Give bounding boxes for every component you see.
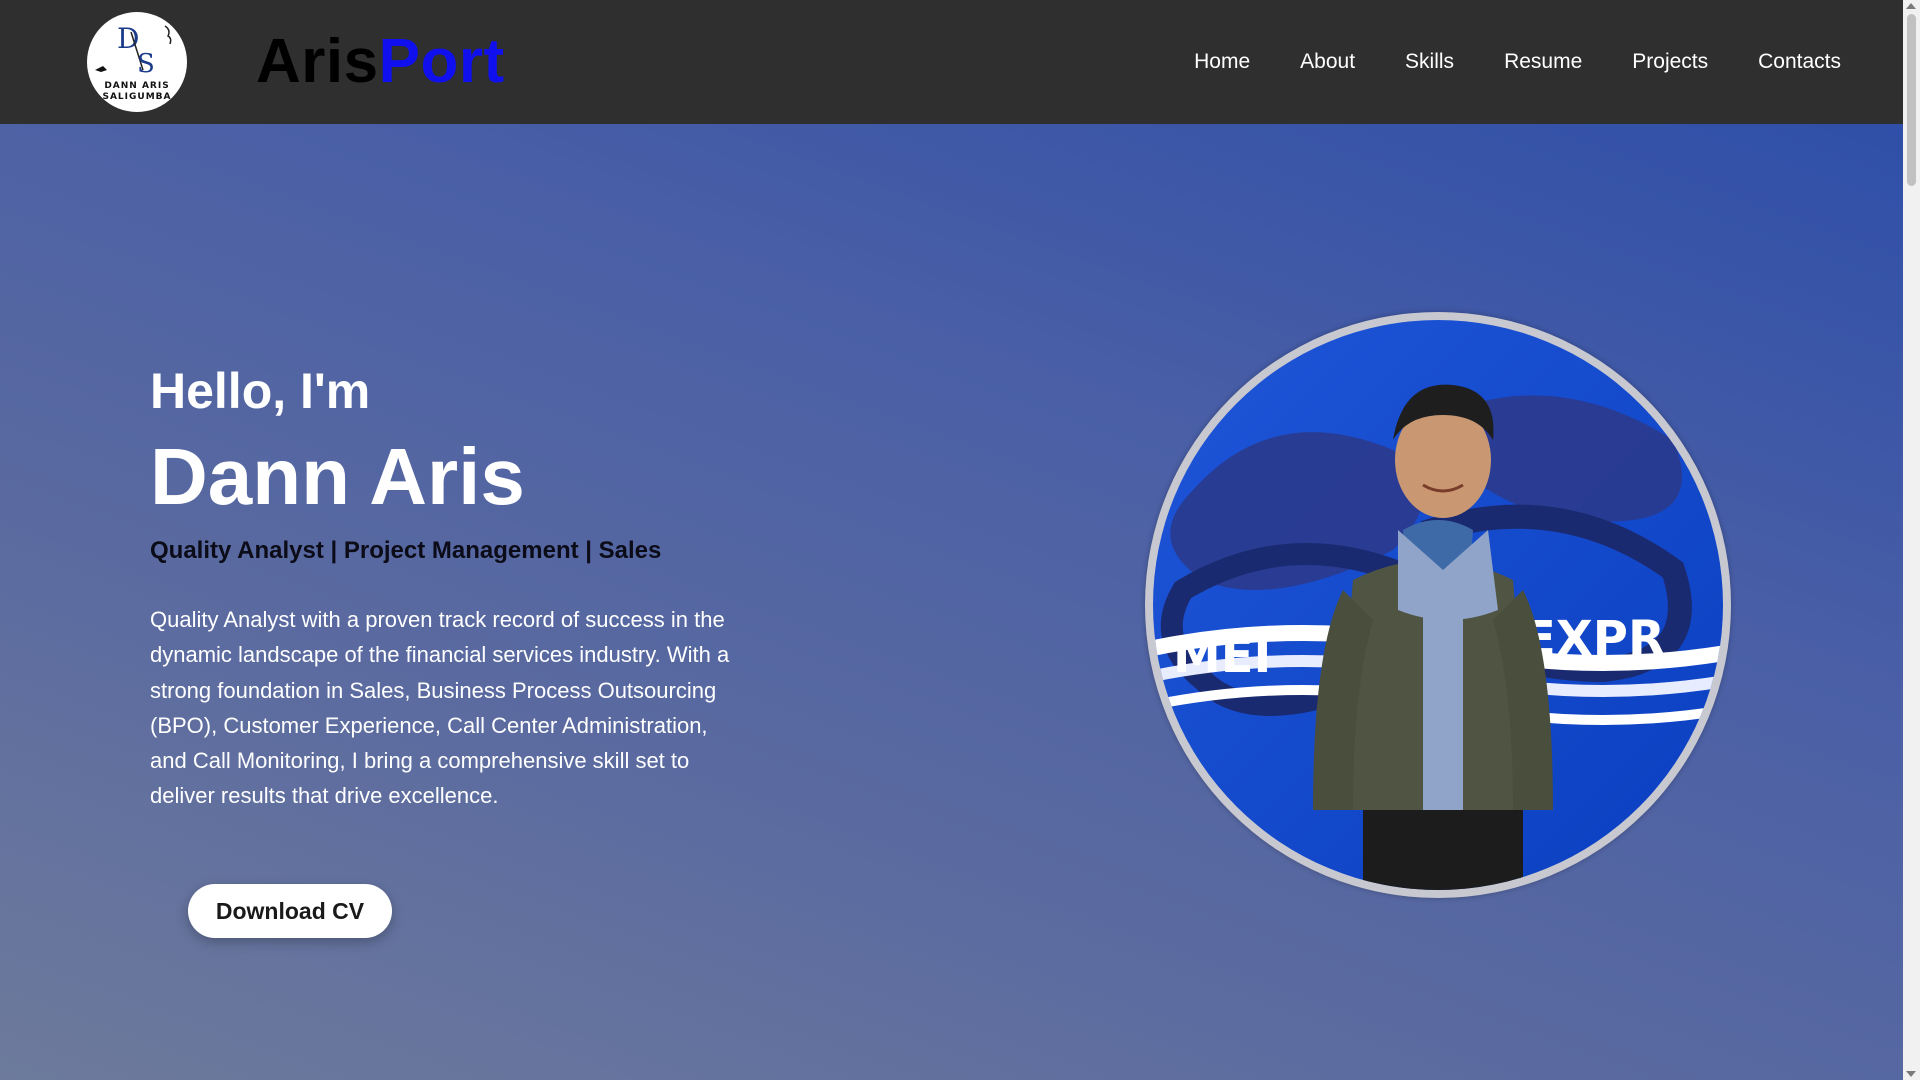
- site-logo[interactable]: D S DANN ARIS SALIGUMBA: [87, 12, 187, 112]
- brand-title-part2: Port: [378, 27, 505, 96]
- scroll-up-arrow-icon[interactable]: [1906, 3, 1916, 9]
- site-header: D S DANN ARIS SALIGUMBA ArisPort Home Ab…: [0, 0, 1903, 124]
- brand-title[interactable]: ArisPort: [256, 26, 505, 98]
- nav-link-resume[interactable]: Resume: [1504, 44, 1582, 80]
- nav-link-about[interactable]: About: [1300, 44, 1355, 80]
- download-cv-button[interactable]: Download CV: [188, 884, 392, 938]
- nav-link-projects[interactable]: Projects: [1632, 44, 1708, 80]
- nav-link-contacts[interactable]: Contacts: [1758, 44, 1841, 80]
- nav-link-skills[interactable]: Skills: [1405, 44, 1454, 80]
- brand-title-part1: Aris: [256, 27, 379, 96]
- hero-bio: Quality Analyst with a proven track reco…: [150, 607, 730, 809]
- logo-caption-line1: DANN ARIS: [104, 81, 169, 91]
- photo-text-right: EXPR: [1523, 611, 1665, 667]
- hero-section: Hello, I'm Dann Aris Quality Analyst | P…: [0, 124, 1903, 1080]
- scrollbar-thumb[interactable]: [1907, 14, 1916, 186]
- profile-photo: MEI EXPR: [1145, 312, 1731, 898]
- profile-photo-image: MEI EXPR: [1153, 320, 1723, 890]
- logo-emblem: D S DANN ARIS SALIGUMBA: [95, 22, 172, 102]
- vertical-scrollbar[interactable]: [1903, 0, 1920, 1080]
- hero-name: Dann Aris: [150, 432, 525, 521]
- logo-initial-s: S: [137, 49, 155, 79]
- scroll-down-arrow-icon[interactable]: [1906, 1071, 1916, 1077]
- main-nav: Home About Skills Resume Projects Contac…: [1144, 44, 1841, 80]
- hero-greeting: Hello, I'm: [150, 363, 371, 419]
- photo-text-left: MEI: [1173, 628, 1271, 684]
- hero-roles: Quality Analyst | Project Management | S…: [150, 537, 662, 564]
- nav-link-home[interactable]: Home: [1194, 44, 1250, 80]
- logo-caption-line2: SALIGUMBA: [102, 92, 171, 102]
